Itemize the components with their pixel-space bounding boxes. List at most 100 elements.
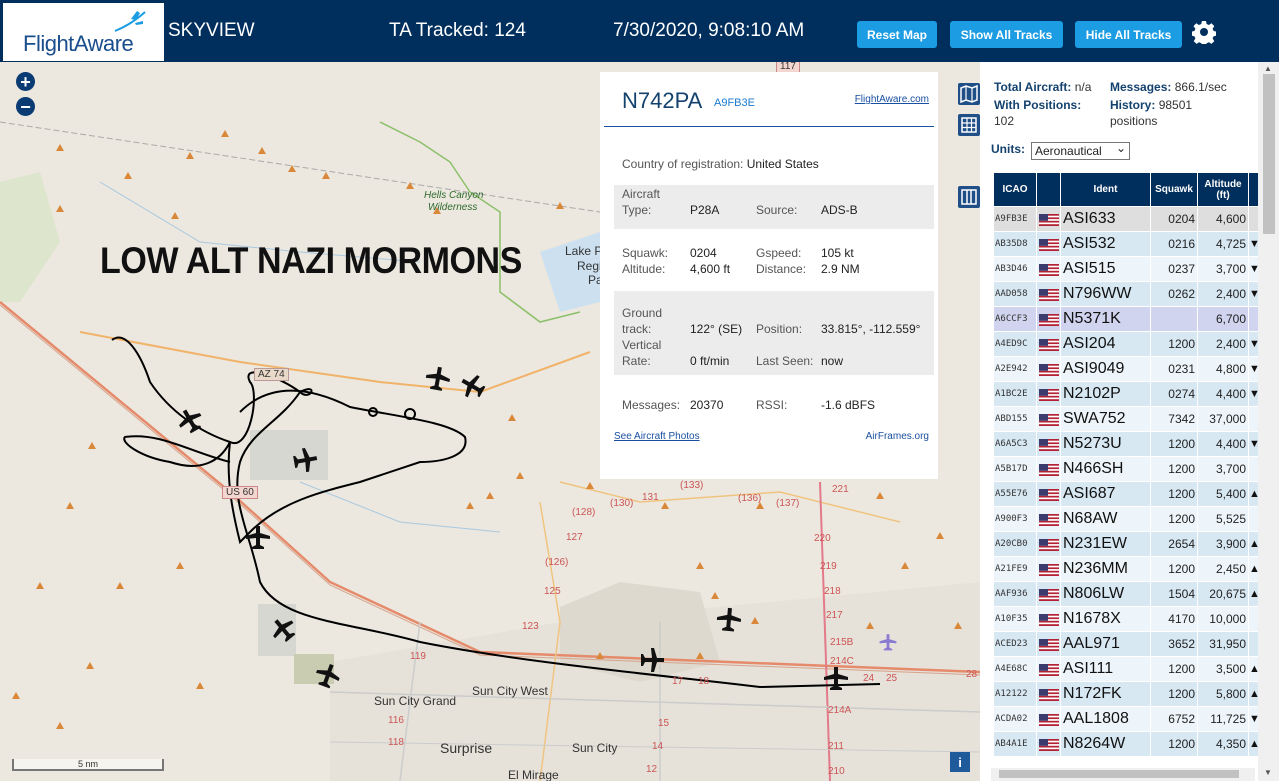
us-flag-icon: [1039, 363, 1059, 376]
aircraft-icon[interactable]: [292, 446, 319, 474]
aircraft-icon[interactable]: [716, 607, 742, 632]
table-row[interactable]: A21FE9 N236MM12002,450▲: [993, 556, 1259, 582]
table-row[interactable]: AB35D8 ASI53202164,725▼: [993, 231, 1259, 257]
aircraft-icon[interactable]: [313, 661, 343, 691]
squawk-cell: 1200: [1150, 481, 1198, 507]
squawk-column-header[interactable]: Squawk: [1150, 172, 1198, 207]
position-value: 33.815°, -112.559°: [821, 322, 921, 336]
horizontal-scrollbar[interactable]: [991, 768, 1255, 781]
gear-icon[interactable]: [1192, 20, 1216, 44]
scroll-thumb[interactable]: [999, 770, 1239, 778]
table-row[interactable]: AAD058 N796WW02622,400▼: [993, 281, 1259, 307]
flag-cell: [1036, 506, 1061, 532]
show-all-tracks-button[interactable]: Show All Tracks: [950, 21, 1063, 48]
scroll-down-icon[interactable]: ▼: [1264, 768, 1272, 777]
ident-column-header[interactable]: Ident: [1060, 172, 1151, 207]
aircraft-icon[interactable]: [456, 370, 488, 402]
icao-cell: A55E76: [993, 481, 1037, 507]
map-label: 214A: [828, 705, 852, 716]
table-row[interactable]: ACED23 AAL971 3652 31,950: [993, 631, 1259, 657]
table-row[interactable]: A12122 N172FK12005,800▲: [993, 681, 1259, 707]
altitude-cell: 4,400: [1197, 431, 1249, 457]
ident-cell: AAL971: [1060, 631, 1151, 657]
zoom-out-button[interactable]: −: [16, 97, 35, 116]
map-label: 119: [410, 651, 426, 662]
grid-icon[interactable]: [958, 114, 980, 136]
squawk-cell: 6752: [1150, 706, 1198, 732]
table-row[interactable]: ACDA02 AAL1808675211,725▼: [993, 706, 1259, 732]
table-row[interactable]: A4ED9C ASI20412002,400▼: [993, 331, 1259, 357]
ident-cell: N1678X: [1060, 606, 1151, 632]
table-row[interactable]: A2E942 ASI904902314,800▼: [993, 356, 1259, 382]
info-button[interactable]: i: [950, 752, 970, 772]
aircraft-icon[interactable]: [267, 613, 300, 646]
altitude-trend-cell: ▲: [1248, 481, 1259, 507]
table-row[interactable]: A55E76 ASI68712005,400▲: [993, 481, 1259, 507]
table-row[interactable]: A5B17D N466SH 1200 3,700: [993, 456, 1259, 482]
airframes-link[interactable]: AirFrames.org: [866, 431, 929, 442]
squawk-cell: 0274: [1150, 381, 1198, 407]
squawk-cell: 1200: [1150, 331, 1198, 357]
table-row[interactable]: ABD155 SWA752 7342 37,000: [993, 406, 1259, 432]
distance-label: Distance:: [756, 262, 807, 276]
map-label: 215B: [830, 637, 854, 648]
altitude-trend-cell: ▲: [1248, 531, 1259, 557]
flag-cell: [1036, 481, 1061, 507]
map-label: 116: [388, 715, 404, 726]
aircraft-icon[interactable]: [174, 404, 206, 436]
altitude-cell: 5,800: [1197, 681, 1249, 707]
messages-label: Messages:: [1110, 80, 1172, 94]
ident-cell: N2102P: [1060, 381, 1151, 407]
table-row[interactable]: A9FB3E ASI633 0204 4,600: [993, 206, 1259, 232]
aircraft-icon[interactable]: [879, 634, 897, 651]
units-select[interactable]: Aeronautical: [1031, 140, 1130, 160]
table-row[interactable]: A900F3 N68AW 1200 5,525: [993, 506, 1259, 532]
aircraft-icon[interactable]: [824, 667, 848, 690]
altitude-cell: 20,675: [1197, 581, 1249, 607]
lastseen-label: Last Seen:: [756, 354, 814, 368]
aircraft-icon[interactable]: [246, 526, 270, 549]
table-row[interactable]: AB3D46 ASI51502373,700▼: [993, 256, 1259, 282]
columns-icon[interactable]: [958, 186, 980, 208]
icao-column-header[interactable]: ICAO: [993, 172, 1037, 207]
messages-value: 20370: [690, 398, 724, 412]
altitude-trend-cell: ▼: [1248, 281, 1259, 307]
icao-cell: A6CCF3: [993, 306, 1037, 332]
flightaware-link[interactable]: FlightAware.com: [855, 94, 929, 105]
table-row[interactable]: A20CB0 N231EW26543,900▲: [993, 531, 1259, 557]
rate-label: Rate:: [622, 354, 651, 368]
trend-column-header[interactable]: [1248, 172, 1259, 207]
aircraft-icon[interactable]: [424, 365, 452, 392]
scroll-thumb[interactable]: [1263, 74, 1275, 234]
aircraft-icon[interactable]: [641, 648, 664, 672]
table-row[interactable]: A1BC2E N2102P02744,400▼: [993, 381, 1259, 407]
flightaware-logo[interactable]: FlightAware: [3, 3, 164, 61]
vertical-scrollbar[interactable]: ▲ ▼: [1258, 62, 1279, 781]
source-label: Source:: [756, 203, 798, 217]
table-row[interactable]: AAF936 N806LW150420,675▲: [993, 581, 1259, 607]
scroll-up-icon[interactable]: ▲: [1264, 64, 1272, 73]
ident-cell: ASI515: [1060, 256, 1151, 282]
table-row[interactable]: A6CCF3 N5371K 6,700: [993, 306, 1259, 332]
altitude-trend-cell: [1248, 506, 1259, 532]
altitude-trend-cell: ▼: [1248, 706, 1259, 732]
us-flag-icon: [1039, 488, 1059, 501]
flag-column-header[interactable]: [1036, 172, 1061, 207]
map-label: 214C: [830, 656, 854, 667]
popup-callsign: N742PA: [622, 88, 703, 113]
hide-all-tracks-button[interactable]: Hide All Tracks: [1075, 21, 1182, 48]
aircraft-photos-link[interactable]: See Aircraft Photos: [614, 431, 700, 442]
us-flag-icon: [1039, 413, 1059, 426]
table-row[interactable]: A4E68C ASI11112003,500▲: [993, 656, 1259, 682]
table-row[interactable]: AB4A1E N8264W12004,350▲: [993, 731, 1259, 757]
reset-map-button[interactable]: Reset Map: [857, 21, 937, 48]
map-label: El Mirage: [508, 768, 559, 781]
table-row[interactable]: A10F35 N1678X 4170 10,000: [993, 606, 1259, 632]
squawk-cell: 2654: [1150, 531, 1198, 557]
altitude-column-header[interactable]: Altitude (ft): [1197, 172, 1249, 207]
table-row[interactable]: A6A5C3 N5273U12004,400▼: [993, 431, 1259, 457]
icao-cell: A4E68C: [993, 656, 1037, 682]
map-layers-icon[interactable]: [958, 83, 980, 105]
icao-cell: A6A5C3: [993, 431, 1037, 457]
zoom-in-button[interactable]: +: [16, 72, 35, 91]
